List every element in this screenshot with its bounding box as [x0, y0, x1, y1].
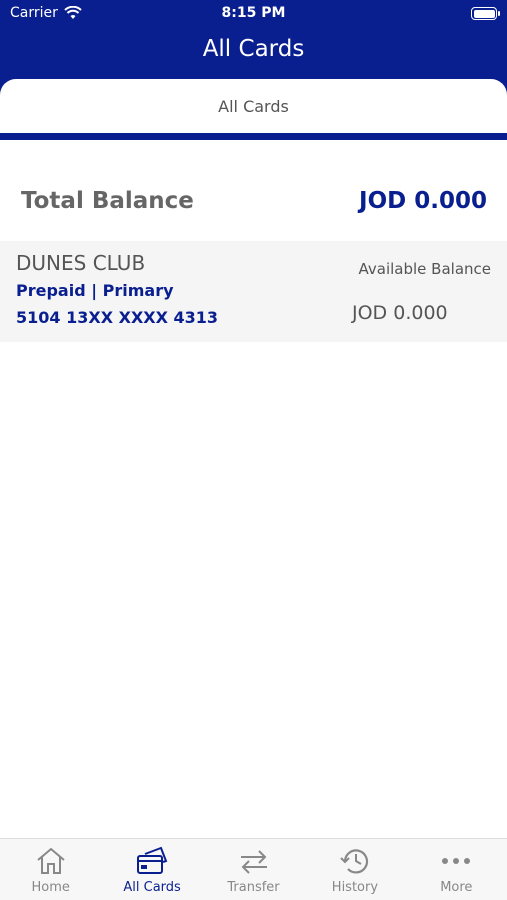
- more-icon: [442, 858, 471, 864]
- status-bar: Carrier 8:15 PM: [0, 0, 507, 28]
- cards-icon: [137, 846, 168, 874]
- available-balance-label: Available Balance: [358, 260, 492, 278]
- tab-transfer[interactable]: Transfer: [203, 839, 304, 900]
- tab-label: All Cards: [123, 880, 181, 895]
- app-header: Carrier 8:15 PM All Cards All Cards: [0, 0, 507, 140]
- transfer-icon: [240, 850, 267, 874]
- total-balance-label: Total Balance: [21, 188, 194, 214]
- card-number: 5104 13XX XXXX 4313: [16, 308, 219, 327]
- segment-label: All Cards: [218, 97, 289, 116]
- bottom-tab-bar: Home All Cards Transfer History More: [0, 838, 507, 900]
- tab-label: Transfer: [227, 880, 280, 895]
- tab-label: More: [440, 880, 473, 895]
- tab-label: Home: [31, 880, 70, 895]
- card-list-item[interactable]: DUNES CLUB Prepaid | Primary 5104 13XX X…: [0, 241, 507, 342]
- total-balance-value: JOD 0.000: [359, 188, 487, 214]
- available-balance-value: JOD 0.000: [352, 302, 448, 324]
- total-balance-section: Total Balance JOD 0.000: [0, 140, 507, 240]
- card-type: Prepaid | Primary: [16, 281, 174, 300]
- history-icon: [340, 849, 368, 874]
- tab-history[interactable]: History: [304, 839, 405, 900]
- card-name: DUNES CLUB: [16, 251, 146, 275]
- home-icon: [37, 847, 65, 874]
- tab-label: History: [331, 880, 379, 895]
- tab-more[interactable]: More: [406, 839, 507, 900]
- tab-all-cards[interactable]: All Cards: [101, 839, 202, 900]
- status-time: 8:15 PM: [221, 5, 286, 21]
- tab-all-cards-segment[interactable]: All Cards: [0, 79, 507, 137]
- tab-home[interactable]: Home: [0, 839, 101, 900]
- page-title: All Cards: [202, 36, 305, 62]
- battery-icon: [471, 7, 500, 20]
